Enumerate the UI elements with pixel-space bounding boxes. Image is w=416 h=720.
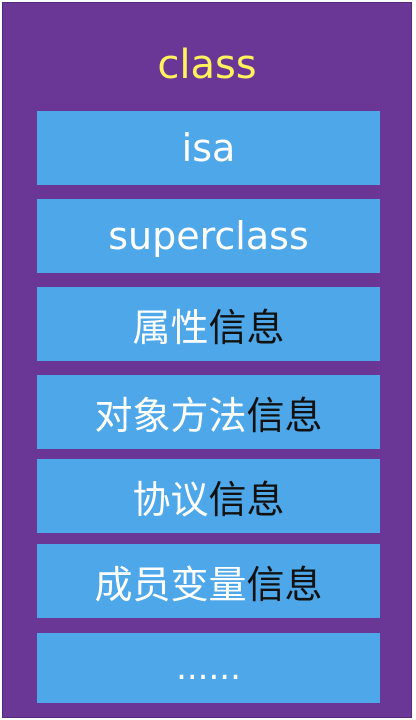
box-property-label: 属性 [132,305,209,350]
diagram-title: class [157,42,257,88]
box-protocol-info: 协议 信息 [37,459,380,533]
box-ivar-suffix: 信息 [246,562,323,607]
box-instance-method-suffix: 信息 [246,393,323,438]
box-property-info: 属性 信息 [37,287,380,361]
box-superclass-label: superclass [108,214,309,258]
box-instance-method-label: 对象方法 [94,393,247,438]
box-property-suffix: 信息 [208,305,285,350]
box-ivar-label: 成员变量 [94,562,247,607]
box-protocol-suffix: 信息 [208,477,285,522]
box-isa: isa [37,111,380,185]
box-superclass: superclass [37,199,380,273]
box-isa-label: isa [181,126,236,170]
box-ellipsis: ...... [37,633,380,703]
class-structure-diagram: class isa superclass 属性 信息 对象方法 信息 协议 信息 成员… [2,2,412,718]
box-ivar-info: 成员变量 信息 [37,544,380,618]
box-protocol-label: 协议 [132,477,209,522]
box-instance-method-info: 对象方法 信息 [37,375,380,449]
box-ellipsis-label: ...... [176,648,241,688]
